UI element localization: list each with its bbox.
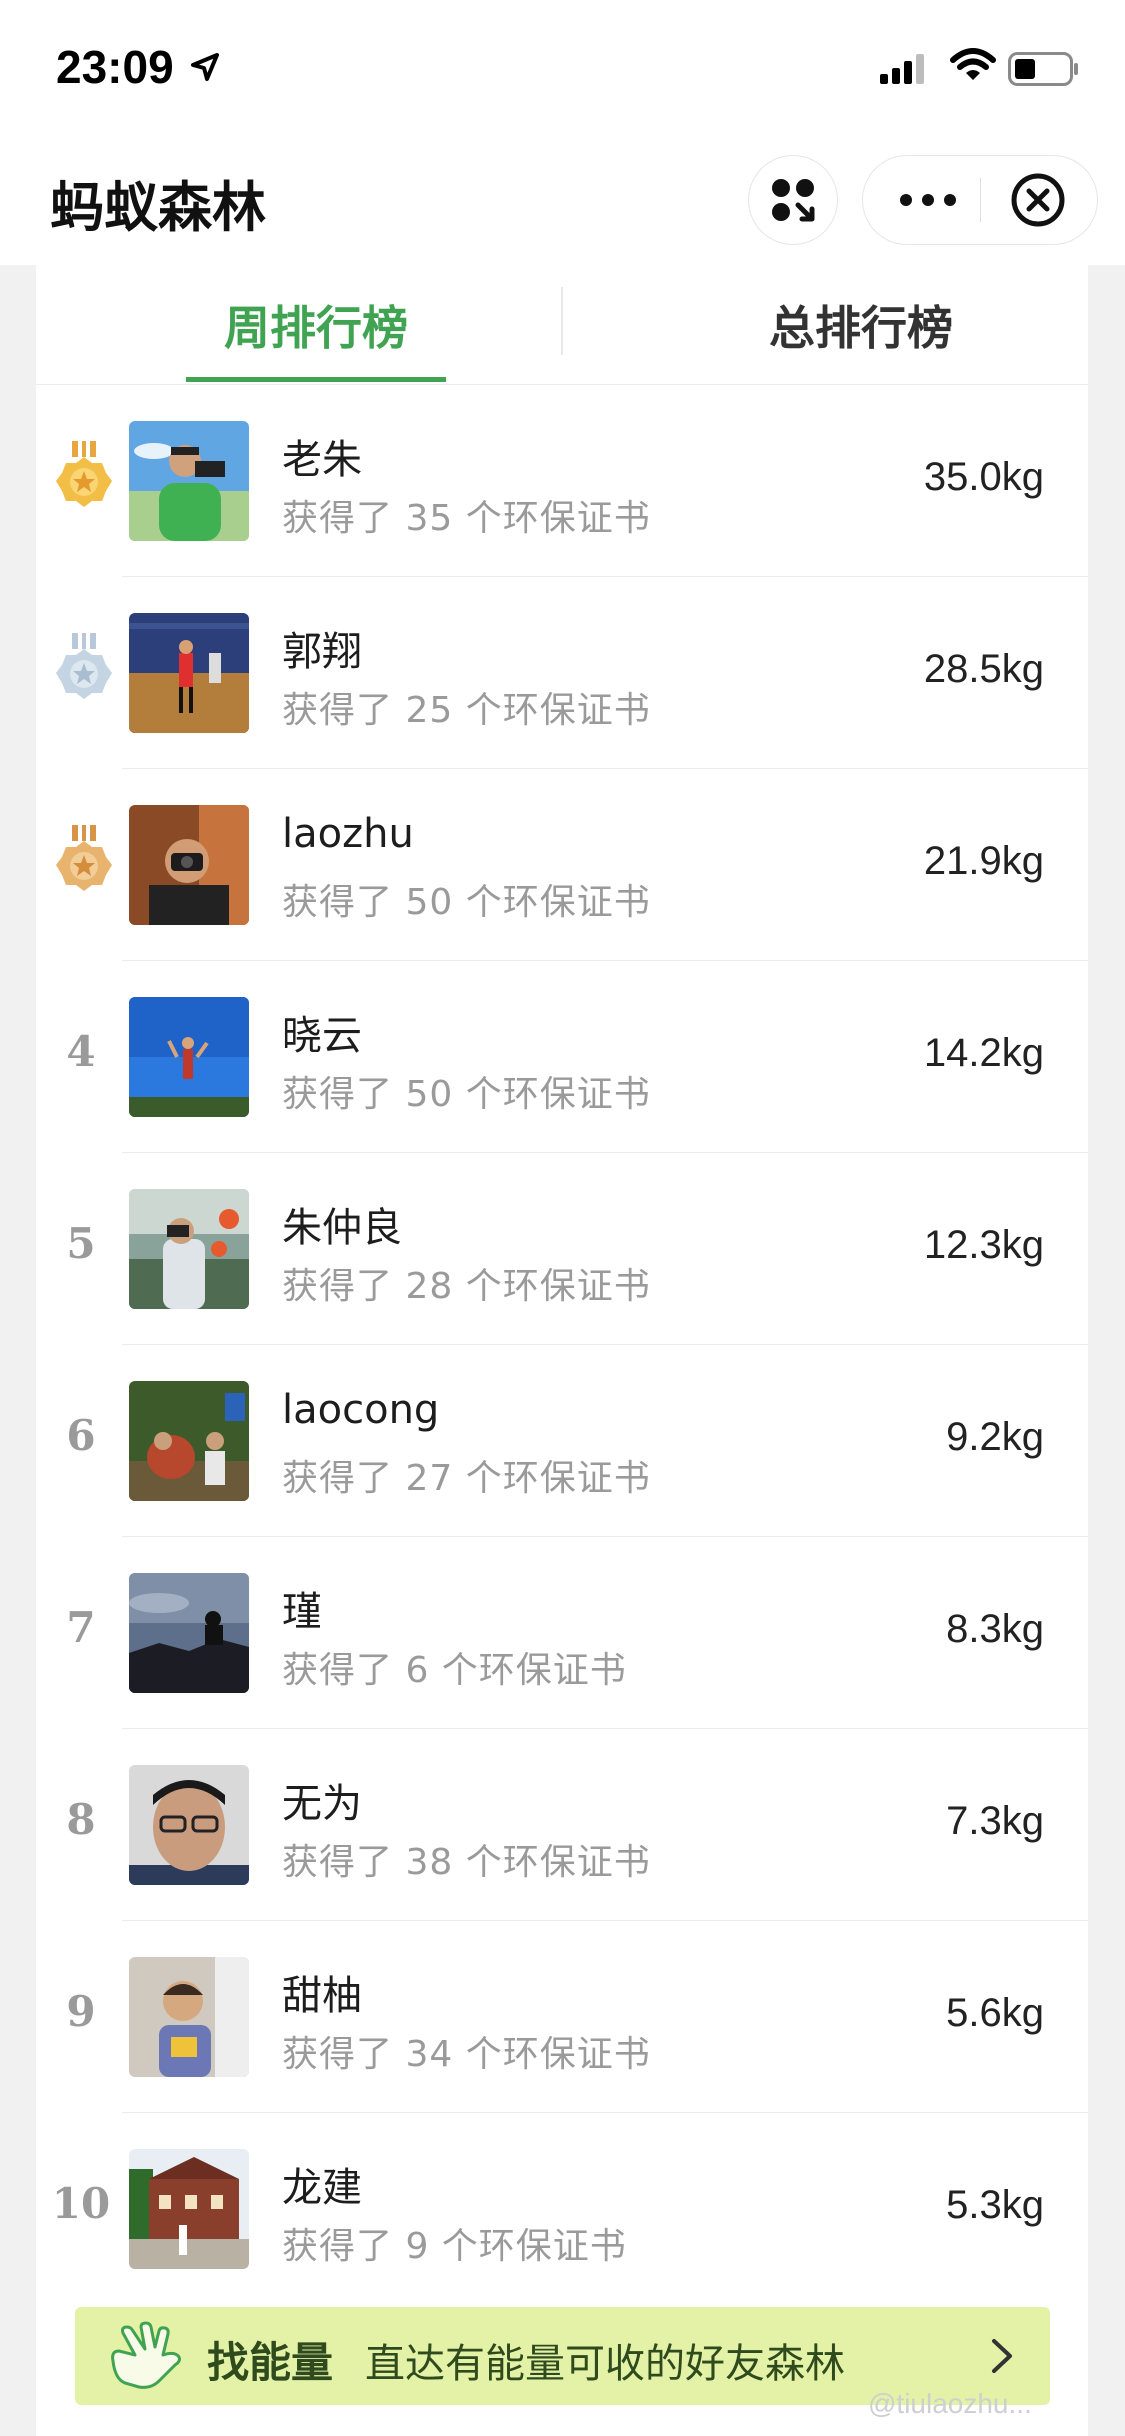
avatar	[129, 1381, 249, 1501]
rank-number: 7	[66, 1603, 96, 1652]
close-button[interactable]	[1003, 156, 1073, 244]
tab-bar: 周排行榜 总排行榜	[36, 265, 1088, 385]
ranking-list: 老朱 获得了 35 个环保证书 35.0kg 郭翔 获得了 25 个环保证书 2…	[36, 385, 1088, 2305]
user-name: 晓云	[282, 1013, 362, 1059]
mini-program-icon	[772, 179, 815, 222]
mini-program-button[interactable]	[748, 155, 838, 245]
rank-number: 10	[51, 2179, 111, 2228]
certificate-count: 获得了 50 个环保证书	[282, 882, 651, 923]
silver-medal-icon	[56, 633, 112, 699]
certificate-count: 获得了 9 个环保证书	[282, 2226, 627, 2267]
avatar	[129, 421, 249, 541]
certificate-count: 获得了 34 个环保证书	[282, 2034, 651, 2075]
energy-value: 9.2kg	[946, 1415, 1044, 1459]
energy-value: 8.3kg	[946, 1607, 1044, 1651]
watermark: @tiulaozhu...	[868, 2388, 1032, 2419]
energy-value: 14.2kg	[923, 1031, 1044, 1075]
tab-total[interactable]: 总排行榜	[681, 265, 1041, 385]
energy-value: 5.3kg	[946, 2183, 1044, 2227]
avatar	[129, 1189, 249, 1309]
more-button[interactable]	[893, 156, 963, 244]
user-name: 无为	[282, 1781, 362, 1827]
ranking-row[interactable]: 6 laocong 获得了 27 个环保证书 9.2kg	[36, 1345, 1088, 1537]
energy-value: 35.0kg	[923, 455, 1044, 499]
ranking-row[interactable]: 8 无为 获得了 38 个环保证书 7.3kg	[36, 1729, 1088, 1921]
capsule-menu	[862, 155, 1098, 245]
energy-value: 21.9kg	[923, 839, 1044, 883]
leaderboard-card: 周排行榜 总排行榜 老朱 获得了 35 个环保证书 35.0kg 郭翔 获得了 …	[36, 265, 1088, 2436]
user-name: laocong	[282, 1387, 440, 1433]
banner-title: 找能量	[207, 2338, 334, 2387]
user-name: 甜柚	[282, 1973, 362, 2019]
signal-icon	[880, 54, 924, 84]
avatar	[129, 997, 249, 1117]
ranking-row[interactable]: 9 甜柚 获得了 34 个环保证书 5.6kg	[36, 1921, 1088, 2113]
page-title: 蚂蚁森林	[50, 176, 266, 239]
wifi-icon	[950, 48, 996, 80]
ranking-row[interactable]: 4 晓云 获得了 50 个环保证书 14.2kg	[36, 961, 1088, 1153]
certificate-count: 获得了 35 个环保证书	[282, 498, 651, 539]
ranking-row[interactable]: 7 瑾 获得了 6 个环保证书 8.3kg	[36, 1537, 1088, 1729]
close-circle-icon	[1011, 173, 1065, 227]
tab-separator	[561, 287, 563, 355]
avatar	[129, 613, 249, 733]
active-tab-indicator	[186, 377, 446, 382]
avatar	[129, 1573, 249, 1693]
status-time: 23:09	[56, 41, 174, 93]
capsule-divider	[980, 178, 981, 222]
user-name: 郭翔	[282, 629, 362, 675]
tab-weekly[interactable]: 周排行榜	[186, 265, 446, 385]
ranking-row[interactable]: 老朱 获得了 35 个环保证书 35.0kg	[36, 385, 1088, 577]
banner-description: 直达有能量可收的好友森林	[365, 2341, 845, 2387]
battery-icon	[1008, 52, 1078, 86]
nav-bar: 蚂蚁森林	[0, 135, 1125, 265]
bronze-medal-icon	[56, 825, 112, 891]
user-name: 瑾	[282, 1589, 322, 1635]
certificate-count: 获得了 6 个环保证书	[282, 1650, 627, 1691]
avatar	[129, 805, 249, 925]
certificate-count: 获得了 25 个环保证书	[282, 690, 651, 731]
certificate-count: 获得了 38 个环保证书	[282, 1842, 651, 1883]
energy-value: 7.3kg	[946, 1799, 1044, 1843]
energy-value: 28.5kg	[923, 647, 1044, 691]
avatar	[129, 2149, 249, 2269]
location-arrow-icon	[191, 53, 219, 81]
avatar	[129, 1765, 249, 1885]
ranking-row[interactable]: 5 朱仲良 获得了 28 个环保证书 12.3kg	[36, 1153, 1088, 1345]
energy-value: 12.3kg	[923, 1223, 1044, 1267]
gold-medal-icon	[56, 441, 112, 507]
rank-number: 4	[66, 1027, 96, 1076]
certificate-count: 获得了 27 个环保证书	[282, 1458, 651, 1499]
chevron-right-icon	[992, 2339, 1012, 2373]
ranking-row[interactable]: 郭翔 获得了 25 个环保证书 28.5kg	[36, 577, 1088, 769]
avatar	[129, 1957, 249, 2077]
rank-number: 5	[66, 1219, 96, 1268]
ranking-row[interactable]: 10 龙建 获得了 9 个环保证书 5.3kg	[36, 2113, 1088, 2305]
certificate-count: 获得了 28 个环保证书	[282, 1266, 651, 1307]
rank-number: 8	[66, 1795, 96, 1844]
hand-icon	[111, 2321, 181, 2389]
energy-value: 5.6kg	[946, 1991, 1044, 2035]
user-name: 龙建	[282, 2165, 362, 2211]
rank-number: 6	[66, 1411, 96, 1460]
user-name: 老朱	[282, 437, 362, 483]
more-dots-icon	[900, 194, 956, 206]
certificate-count: 获得了 50 个环保证书	[282, 1074, 651, 1115]
user-name: 朱仲良	[282, 1205, 402, 1251]
ranking-row[interactable]: laozhu 获得了 50 个环保证书 21.9kg	[36, 769, 1088, 961]
status-bar: 23:09	[0, 0, 1125, 135]
rank-number: 9	[66, 1987, 96, 2036]
user-name: laozhu	[282, 811, 414, 857]
